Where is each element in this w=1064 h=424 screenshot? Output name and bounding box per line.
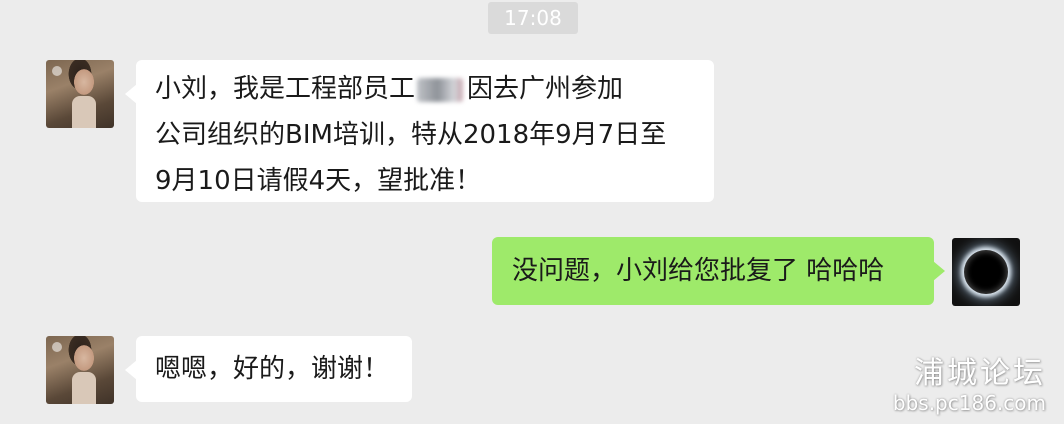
- contact-avatar[interactable]: [46, 336, 114, 404]
- eclipse-icon: [964, 250, 1008, 294]
- avatar-highlight: [52, 342, 62, 352]
- message-line: 9月10日请假4天，望批准！: [155, 166, 482, 196]
- forum-watermark: 浦城论坛 bbs.pc186.com: [893, 356, 1046, 414]
- message-line: 公司组织的BIM培训，特从2018年9月7日至: [155, 120, 667, 150]
- avatar-highlight: [52, 66, 62, 76]
- avatar-figure: [72, 372, 96, 404]
- message-text: 小刘，我是工程部员工: [155, 74, 416, 104]
- message-text: 没问题，小刘给您批复了 哈哈哈: [512, 256, 885, 286]
- watermark-url: bbs.pc186.com: [892, 391, 1046, 415]
- contact-avatar[interactable]: [46, 60, 114, 128]
- message-bubble-incoming[interactable]: 小刘，我是工程部员工 因去广州参加 公司组织的BIM培训，特从2018年9月7日至…: [125, 60, 714, 202]
- message-line: 小刘，我是工程部员工 因去广州参加: [155, 66, 714, 112]
- message-bubble-outgoing[interactable]: 没问题，小刘给您批复了 哈哈哈: [492, 237, 945, 305]
- avatar-figure: [72, 96, 96, 128]
- redacted-name: [417, 77, 464, 102]
- message-text: 嗯嗯，好的，谢谢！: [155, 354, 390, 384]
- message-text: 因去广州参加: [467, 74, 624, 104]
- chat-window: 17:08 小刘，我是工程部员工 因去广州参加 公司组织的BIM培训，特从2018…: [0, 0, 1064, 424]
- timestamp-label: 17:08: [488, 2, 578, 34]
- self-avatar[interactable]: [952, 238, 1020, 306]
- watermark-title: 浦城论坛: [914, 356, 1046, 391]
- message-bubble-incoming[interactable]: 嗯嗯，好的，谢谢！: [125, 336, 412, 402]
